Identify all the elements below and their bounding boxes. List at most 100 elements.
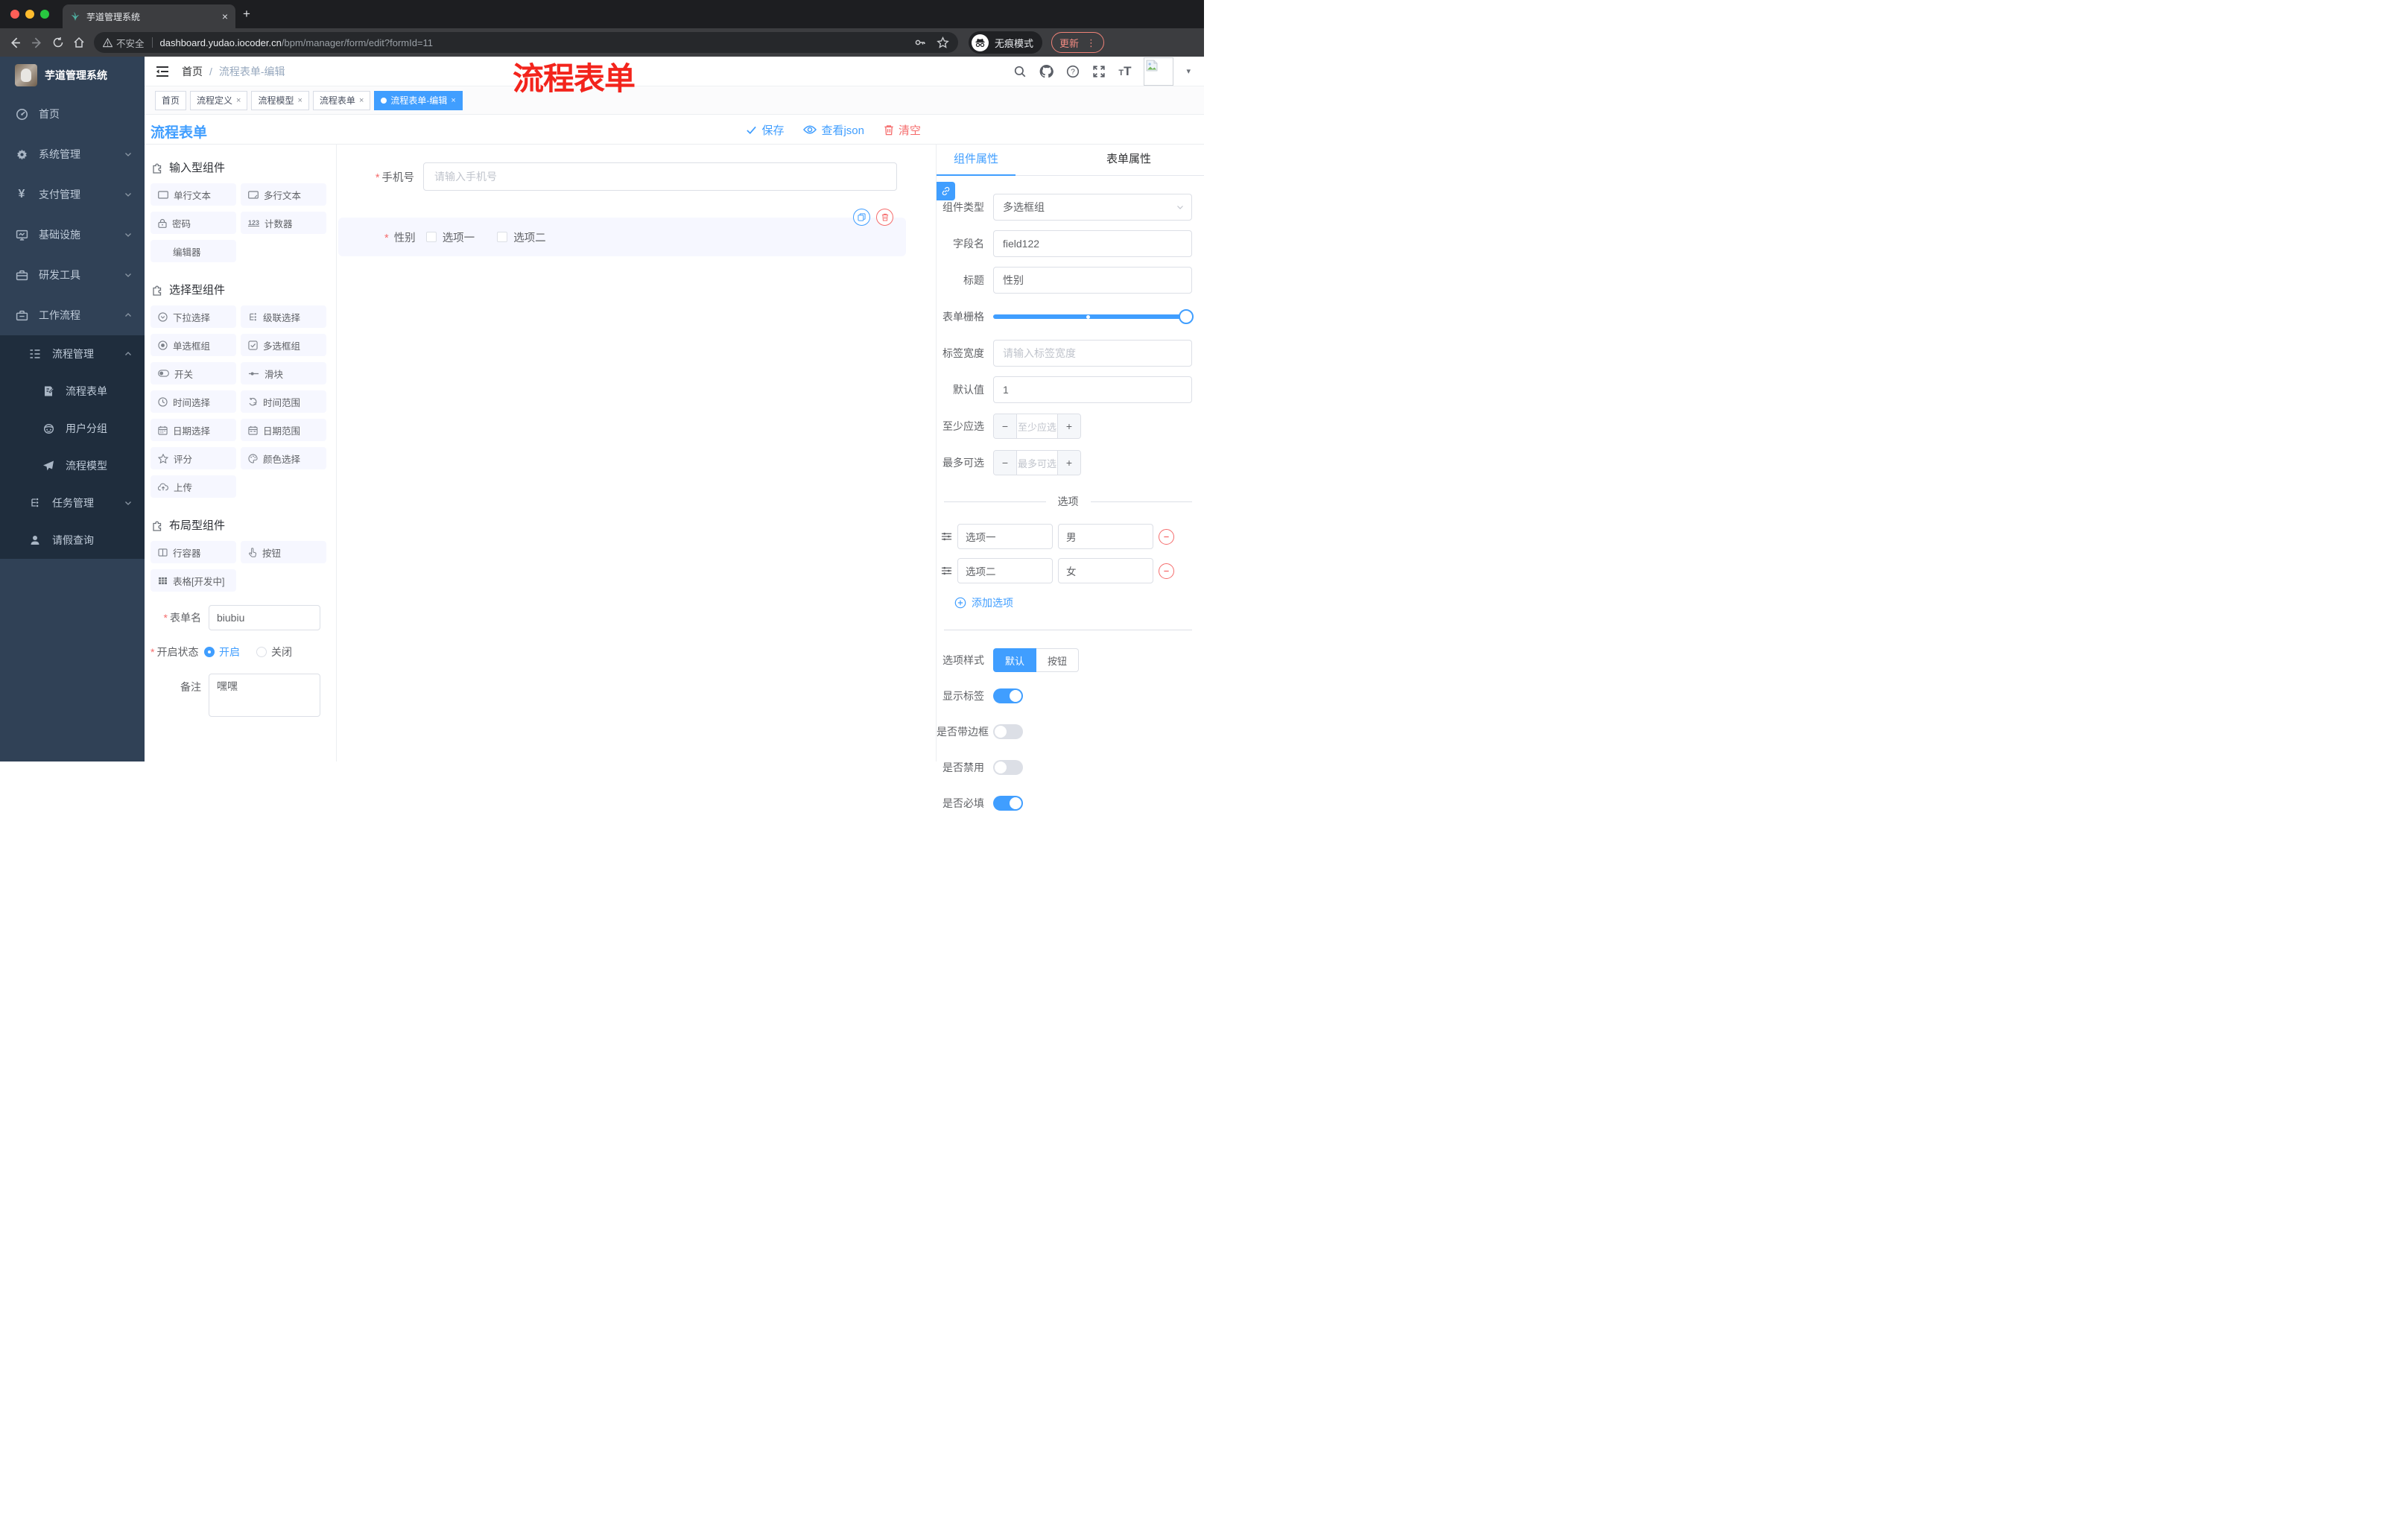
view-json-button[interactable]: 查看json [803, 122, 864, 138]
selected-gender-component[interactable]: * 性别 选项一 选项二 [338, 209, 906, 256]
component-time-range[interactable]: 时间范围 [241, 390, 326, 413]
drag-handle-icon[interactable] [941, 531, 952, 542]
increase-button[interactable]: + [1058, 451, 1080, 475]
component-date-picker[interactable]: 日期选择 [150, 419, 236, 441]
component-checkbox-group[interactable]: 多选框组 [241, 334, 326, 356]
component-counter[interactable]: 123 计数器 [241, 212, 326, 234]
sidebar-collapse-icon[interactable] [155, 64, 170, 79]
sidebar-item-payment[interactable]: ¥ 支付管理 [0, 174, 145, 215]
field-name-input[interactable] [993, 230, 1192, 257]
address-bar[interactable]: 不安全 dashboard.yudao.iocoder.cn/bpm/manag… [94, 32, 958, 53]
forward-icon[interactable] [31, 37, 43, 49]
font-size-icon[interactable]: TT [1118, 64, 1131, 79]
sidebar-item-infrastructure[interactable]: 基础设施 [0, 215, 145, 255]
sidebar-item-process-model[interactable]: 流程模型 [0, 447, 145, 484]
avatar[interactable] [1144, 57, 1174, 86]
component-multi-line-text[interactable]: 多行文本 [241, 183, 326, 206]
component-date-range[interactable]: 日期范围 [241, 419, 326, 441]
app-logo[interactable]: 芋道管理系统 [0, 57, 145, 94]
disabled-switch[interactable] [993, 760, 1023, 775]
save-button[interactable]: 保存 [746, 122, 784, 138]
component-single-line-text[interactable]: 单行文本 [150, 183, 236, 206]
component-button[interactable]: 按钮 [241, 541, 326, 563]
decrease-button[interactable]: − [994, 451, 1016, 475]
form-grid-slider[interactable] [993, 303, 1194, 330]
chrome-menu-icon[interactable]: ⋮ [1086, 38, 1096, 48]
tag-process-form-edit[interactable]: 流程表单-编辑 × [374, 90, 463, 110]
tag-home[interactable]: 首页 [155, 90, 187, 110]
tab-component-props[interactable]: 组件属性 [937, 145, 1016, 175]
slider-track[interactable] [993, 314, 1192, 319]
component-select[interactable]: 下拉选择 [150, 305, 236, 328]
tab-form-props[interactable]: 表单属性 [1084, 145, 1173, 175]
gender-option-1[interactable]: 选项一 [425, 229, 475, 245]
delete-component-button[interactable] [876, 209, 893, 226]
title-input[interactable] [993, 267, 1192, 294]
max-select-value[interactable]: 最多可选 [1016, 451, 1058, 475]
chrome-update-button[interactable]: 更新 ⋮ [1051, 32, 1105, 53]
reload-icon[interactable] [52, 37, 64, 48]
remove-option-button[interactable] [1159, 528, 1174, 545]
macos-minimize-button[interactable] [25, 10, 34, 19]
sidebar-item-devtools[interactable]: 研发工具 [0, 255, 145, 295]
component-rate[interactable]: 评分 [150, 447, 236, 469]
macos-zoom-button[interactable] [40, 10, 49, 19]
status-on-radio[interactable]: 开启 [204, 645, 240, 659]
phone-field-row[interactable]: * 手机号 [337, 162, 897, 191]
show-label-switch[interactable] [993, 688, 1023, 703]
help-icon[interactable]: ? [1066, 65, 1080, 78]
sidebar-item-leave-query[interactable]: 请假查询 [0, 522, 145, 559]
component-color-picker[interactable]: 颜色选择 [241, 447, 326, 469]
home-icon[interactable] [73, 37, 85, 48]
style-button-button[interactable]: 按钮 [1036, 648, 1080, 672]
component-upload[interactable]: 上传 [150, 475, 236, 498]
form-name-input[interactable] [209, 605, 320, 630]
border-switch[interactable] [993, 724, 1023, 739]
phone-field-input[interactable] [423, 162, 897, 191]
option-value-input[interactable] [1058, 524, 1153, 549]
component-time-picker[interactable]: 时间选择 [150, 390, 236, 413]
label-width-input[interactable] [993, 340, 1192, 367]
security-warning-icon[interactable]: 不安全 [103, 36, 145, 50]
tag-close-icon[interactable]: × [451, 96, 455, 105]
new-tab-button[interactable]: + [243, 7, 250, 20]
search-icon[interactable] [1013, 65, 1027, 78]
link-chain-button[interactable] [937, 182, 955, 200]
tag-process-definition[interactable]: 流程定义 × [190, 90, 248, 110]
key-icon[interactable] [914, 37, 926, 48]
macos-close-button[interactable] [10, 10, 19, 19]
checkbox-icon[interactable] [497, 232, 508, 242]
gender-option-2[interactable]: 选项二 [497, 229, 546, 245]
bookmark-star-icon[interactable] [937, 36, 949, 49]
browser-tab[interactable]: 芋道管理系统 × [63, 4, 235, 28]
breadcrumb-home[interactable]: 首页 [182, 64, 203, 79]
tag-close-icon[interactable]: × [297, 96, 302, 105]
decrease-button[interactable]: − [994, 414, 1016, 438]
min-select-value[interactable]: 至少应选 [1016, 414, 1058, 438]
tag-close-icon[interactable]: × [359, 96, 364, 105]
default-value-input[interactable] [993, 376, 1192, 403]
form-canvas[interactable]: *手机号 * 性别 选项一 选项二 [337, 145, 936, 762]
tag-close-icon[interactable]: × [236, 96, 241, 105]
sidebar-item-user-groups[interactable]: 用户分组 [0, 410, 145, 447]
component-switch[interactable]: 开关 [150, 362, 236, 384]
github-icon[interactable] [1039, 64, 1054, 78]
sidebar-item-task-management[interactable]: 任务管理 [0, 484, 145, 522]
sidebar-item-process-form[interactable]: 流程表单 [0, 373, 145, 410]
tab-close-icon[interactable]: × [222, 10, 228, 22]
add-option-button[interactable]: 添加选项 [954, 595, 1192, 610]
copy-component-button[interactable] [853, 209, 870, 226]
sidebar-item-workflow[interactable]: 工作流程 [0, 295, 145, 335]
form-remark-textarea[interactable]: 嘿嘿 [209, 674, 320, 717]
component-table-dev[interactable]: 表格[开发中] [150, 569, 236, 592]
avatar-caret-icon[interactable]: ▾ [1186, 66, 1191, 76]
tag-process-form[interactable]: 流程表单 × [312, 90, 371, 110]
style-default-button[interactable]: 默认 [993, 648, 1037, 672]
component-editor[interactable]: 编辑器 [150, 240, 236, 262]
status-off-radio[interactable]: 关闭 [256, 645, 292, 659]
component-slider[interactable]: 滑块 [241, 362, 326, 384]
back-icon[interactable] [9, 37, 22, 49]
component-cascader[interactable]: 级联选择 [241, 305, 326, 328]
option-value-input[interactable] [1058, 558, 1153, 583]
component-type-select[interactable] [993, 194, 1192, 221]
